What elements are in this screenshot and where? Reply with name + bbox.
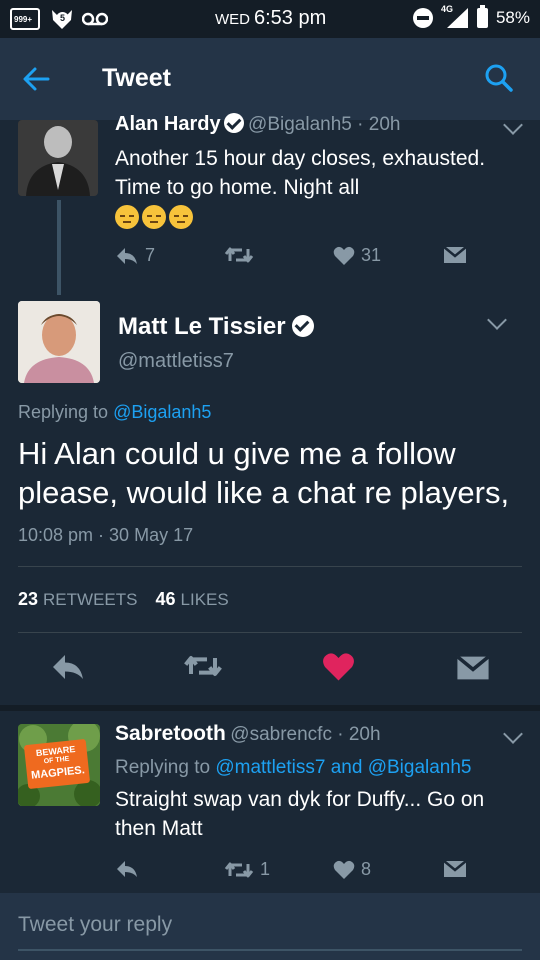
status-clock: 6:53 pm xyxy=(254,7,327,29)
top-app-bar: Tweet xyxy=(0,38,540,120)
envelope-icon xyxy=(443,246,467,263)
avatar-sabretooth[interactable]: BEWARE OF THE MAGPIES. xyxy=(18,724,100,806)
avatar-matt-le-tissier[interactable] xyxy=(18,301,100,383)
retweet-icon[interactable] xyxy=(183,652,223,680)
author-handle: @mattletiss7 xyxy=(118,350,234,372)
reply-tweet-text: Straight swap van dyk for Duffy... Go on… xyxy=(115,788,485,840)
reply-icon xyxy=(117,861,137,877)
verified-icon xyxy=(223,113,244,133)
replying-to-line: Replying to @Bigalanh5 xyxy=(18,402,211,423)
page-title: Tweet xyxy=(102,64,171,92)
chevron-down-icon[interactable] xyxy=(503,724,523,744)
retweet-icon xyxy=(224,247,254,263)
reply-button[interactable] xyxy=(115,859,139,879)
like-count: 8 xyxy=(361,859,372,879)
replying-to-link[interactable]: @Bigalanh5 xyxy=(113,402,211,422)
divider xyxy=(18,632,522,633)
replying-prefix: Replying to xyxy=(115,757,211,778)
likes-label: LIKES xyxy=(180,590,229,609)
section-separator xyxy=(0,705,540,711)
heart-icon[interactable] xyxy=(322,652,355,682)
network-type: 4G xyxy=(440,4,453,14)
tweet-body: Another 15 hour day closes, exhausted. T… xyxy=(115,147,486,199)
sleepy-emoji-icon xyxy=(115,205,139,229)
main-tweet-text: Hi Alan could u give me a follow please,… xyxy=(18,436,510,510)
reply-input[interactable]: Tweet your reply xyxy=(18,913,172,937)
author-name[interactable]: Matt Le Tissier xyxy=(118,313,286,340)
retweets-count: 23 xyxy=(18,589,39,609)
reply-compose-bar: Tweet your reply xyxy=(0,893,540,960)
prev-tweet-header: Alan Hardy @Bigalanh5 · 20h xyxy=(115,113,400,136)
retweet-button[interactable]: 1 xyxy=(224,859,270,880)
reply-icon[interactable] xyxy=(50,652,86,682)
prev-tweet-text: Another 15 hour day closes, exhausted. T… xyxy=(115,144,525,233)
retweet-count: 1 xyxy=(260,859,271,879)
beware-sign: BEWARE OF THE MAGPIES. xyxy=(23,738,91,790)
thread-connector xyxy=(57,200,61,295)
like-count: 31 xyxy=(361,245,382,265)
verified-icon xyxy=(291,315,314,337)
back-arrow-icon[interactable] xyxy=(22,65,50,93)
tweet-timestamp: 10:08 pm · 30 May 17 xyxy=(18,525,194,545)
author-name[interactable]: Alan Hardy xyxy=(115,113,221,135)
like-button[interactable]: 31 xyxy=(333,245,381,266)
battery-icon xyxy=(476,5,488,28)
envelope-icon[interactable] xyxy=(456,655,490,681)
retweets-stat[interactable]: 23 RETWEETS xyxy=(18,589,137,610)
emoji-row xyxy=(115,204,525,233)
heart-icon xyxy=(333,860,355,879)
reply-tweet-header: Sabretooth @sabrencfc · 20h xyxy=(115,722,381,746)
author-handle: @Bigalanh5 xyxy=(248,114,352,135)
reply-icon xyxy=(117,247,137,264)
tweet-age: 20h xyxy=(348,724,381,745)
author-name[interactable]: Sabretooth xyxy=(115,722,226,745)
app-badge: 5 xyxy=(56,12,69,25)
replying-to-line: Replying to @mattletiss7 and @Bigalanh5 xyxy=(115,757,472,779)
input-underline xyxy=(18,949,522,951)
status-bar: 999+ 5 WED 6:53 pm 4G 58% xyxy=(0,0,540,38)
separator-dot: · xyxy=(351,114,369,135)
battery-percent: 58% xyxy=(495,8,530,27)
tweet-age: 20h xyxy=(368,114,401,135)
app-notification-icon: 5 xyxy=(50,8,72,30)
replying-prefix: Replying to xyxy=(18,402,109,422)
chevron-down-icon[interactable] xyxy=(487,310,507,330)
voicemail-icon xyxy=(82,12,108,26)
direct-message-button[interactable] xyxy=(443,246,467,264)
likes-count: 46 xyxy=(155,589,176,609)
like-button[interactable]: 8 xyxy=(333,859,371,880)
heart-icon xyxy=(333,246,355,265)
engagement-counts: 23 RETWEETS 46 LIKES xyxy=(18,589,229,610)
author-handle: @sabrencfc xyxy=(230,724,332,745)
notification-badge: 999+ xyxy=(14,15,33,24)
status-day: WED xyxy=(215,11,250,28)
sleepy-emoji-icon xyxy=(142,205,166,229)
main-author-header: Matt Le Tissier xyxy=(118,313,314,341)
search-icon[interactable] xyxy=(484,63,514,93)
avatar-alan-hardy[interactable] xyxy=(18,120,98,196)
notification-icon: 999+ xyxy=(10,8,40,30)
sign-line-3: MAGPIES. xyxy=(30,764,86,782)
direct-message-button[interactable] xyxy=(443,860,467,878)
retweet-button[interactable] xyxy=(224,245,254,265)
retweets-label: RETWEETS xyxy=(43,590,138,609)
status-time: WED 6:53 pm xyxy=(215,7,326,30)
do-not-disturb-icon xyxy=(412,8,433,28)
sleepy-emoji-icon xyxy=(169,205,193,229)
divider xyxy=(18,566,522,567)
reply-count: 7 xyxy=(145,245,156,265)
signal-icon: 4G xyxy=(440,4,469,29)
envelope-icon xyxy=(443,860,467,877)
replying-to-link[interactable]: @mattletiss7 and @Bigalanh5 xyxy=(215,757,471,778)
reply-button[interactable]: 7 xyxy=(115,245,155,266)
likes-stat[interactable]: 46 LIKES xyxy=(155,589,228,610)
separator-dot: · xyxy=(331,724,349,745)
retweet-icon xyxy=(224,862,254,877)
